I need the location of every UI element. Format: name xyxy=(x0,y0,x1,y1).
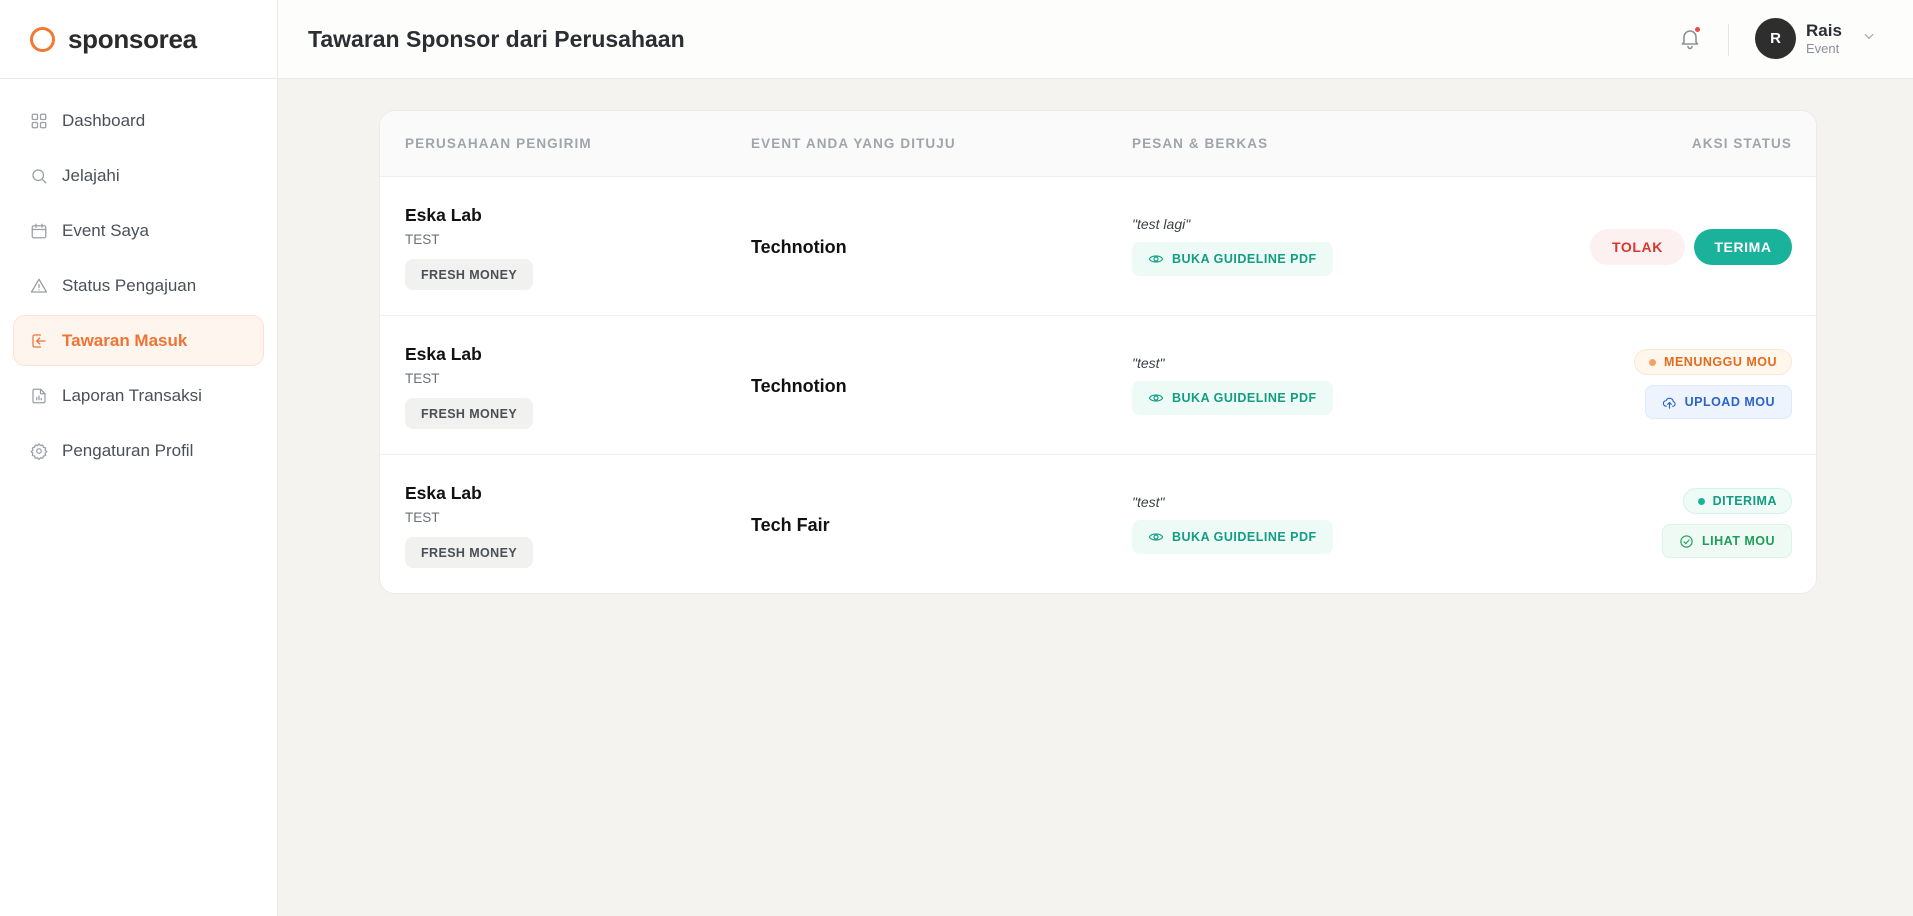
sidebar-item-label: Status Pengajuan xyxy=(62,275,197,295)
column-header-company: PERUSAHAAN PENGIRIM xyxy=(405,136,592,151)
sidebar-item-label: Dashboard xyxy=(62,110,146,130)
status-dot xyxy=(1649,358,1657,366)
company-subtitle: TEST xyxy=(405,510,440,525)
open-guideline-pdf-button[interactable]: BUKA GUIDELINE PDF xyxy=(1132,520,1333,554)
avatar: R xyxy=(1755,18,1796,59)
sidebar-item-tawaran-masuk[interactable]: Tawaran Masuk xyxy=(13,315,264,366)
upload-mou-button[interactable]: UPLOAD MOU xyxy=(1644,385,1792,419)
brand[interactable]: sponsorea xyxy=(0,0,277,79)
sidebar-item-label: Laporan Transaksi xyxy=(62,385,202,405)
user-info: Rais Event xyxy=(1806,21,1842,57)
table-row: Eska Lab TEST FRESH MONEY Tech Fair "tes… xyxy=(380,455,1816,593)
sidebar-item-jelajahi[interactable]: Jelajahi xyxy=(13,150,264,201)
status-label: MENUNGGU MOU xyxy=(1664,355,1777,369)
sidebar-item-pengaturan-profil[interactable]: Pengaturan Profil xyxy=(13,425,264,476)
notification-button[interactable] xyxy=(1678,26,1704,52)
reject-button[interactable]: TOLAK xyxy=(1590,229,1685,265)
sidebar-item-event-saya[interactable]: Event Saya xyxy=(13,205,264,256)
pdf-button-label: BUKA GUIDELINE PDF xyxy=(1172,252,1317,266)
event-name: Technotion xyxy=(751,376,847,396)
accept-button[interactable]: TERIMA xyxy=(1694,229,1792,265)
column-header-event: EVENT ANDA YANG DITUJU xyxy=(751,136,956,151)
offer-message: "test" xyxy=(1132,355,1165,371)
header-divider xyxy=(1728,24,1729,56)
user-name: Rais xyxy=(1806,20,1842,40)
user-role: Event xyxy=(1806,40,1840,56)
search-icon xyxy=(30,167,48,185)
company-subtitle: TEST xyxy=(405,232,440,247)
status-label: DITERIMA xyxy=(1712,494,1777,508)
page-title: Tawaran Sponsor dari Perusahaan xyxy=(308,25,685,52)
sponsor-type-tag: FRESH MONEY xyxy=(405,537,534,568)
table-header: PERUSAHAAN PENGIRIM EVENT ANDA YANG DITU… xyxy=(380,111,1816,177)
column-header-message: PESAN & BERKAS xyxy=(1132,136,1269,151)
sidebar-item-dashboard[interactable]: Dashboard xyxy=(13,95,264,146)
column-header-action: AKSI STATUS xyxy=(1691,136,1792,151)
sidebar-item-status-pengajuan[interactable]: Status Pengajuan xyxy=(13,260,264,311)
company-name: Eska Lab xyxy=(405,344,482,364)
status-badge: MENUNGGU MOU xyxy=(1634,349,1792,375)
sidebar-item-label: Event Saya xyxy=(62,220,149,240)
status-dot xyxy=(1697,497,1705,505)
sidebar-item-laporan-transaksi[interactable]: Laporan Transaksi xyxy=(13,370,264,421)
gear-icon xyxy=(30,442,48,460)
status-badge: DITERIMA xyxy=(1682,488,1792,514)
sponsor-type-tag: FRESH MONEY xyxy=(405,259,534,290)
sidebar-nav: Dashboard Jelajahi Event Saya Status Pen… xyxy=(0,79,277,476)
grid-icon xyxy=(30,112,48,130)
company-subtitle: TEST xyxy=(405,371,440,386)
company-name: Eska Lab xyxy=(405,205,482,225)
offer-message: "test lagi" xyxy=(1132,216,1191,232)
eye-icon xyxy=(1148,394,1164,402)
upload-mou-label: UPLOAD MOU xyxy=(1684,395,1775,409)
brand-name: sponsorea xyxy=(68,23,197,54)
cloud-upload-icon xyxy=(1662,397,1676,409)
sidebar-item-label: Pengaturan Profil xyxy=(62,440,194,460)
brand-logo-icon xyxy=(30,26,55,52)
sponsor-type-tag: FRESH MONEY xyxy=(405,398,534,429)
check-circle-icon xyxy=(1680,534,1693,548)
pdf-button-label: BUKA GUIDELINE PDF xyxy=(1172,391,1317,405)
open-guideline-pdf-button[interactable]: BUKA GUIDELINE PDF xyxy=(1132,381,1333,415)
notification-dot xyxy=(1694,26,1701,33)
view-mou-label: LIHAT MOU xyxy=(1701,534,1775,548)
view-mou-button[interactable]: LIHAT MOU xyxy=(1661,524,1792,558)
inbox-arrow-icon xyxy=(30,332,48,350)
table-row: Eska Lab TEST FRESH MONEY Technotion "te… xyxy=(380,177,1816,316)
company-name: Eska Lab xyxy=(405,483,482,503)
event-name: Tech Fair xyxy=(751,515,830,535)
calendar-icon xyxy=(30,222,48,240)
sidebar-item-label: Jelajahi xyxy=(62,165,120,185)
chevron-down-icon xyxy=(1862,29,1876,48)
sidebar: sponsorea Dashboard Jelajahi Event Saya … xyxy=(0,0,278,916)
report-file-icon xyxy=(30,387,48,405)
event-name: Technotion xyxy=(751,237,847,257)
top-header: Tawaran Sponsor dari Perusahaan R Rais E… xyxy=(278,0,1913,79)
offer-message: "test" xyxy=(1132,494,1165,510)
open-guideline-pdf-button[interactable]: BUKA GUIDELINE PDF xyxy=(1132,242,1333,276)
offers-table: PERUSAHAAN PENGIRIM EVENT ANDA YANG DITU… xyxy=(379,110,1817,594)
sidebar-item-label: Tawaran Masuk xyxy=(62,330,188,350)
table-row: Eska Lab TEST FRESH MONEY Technotion "te… xyxy=(380,316,1816,455)
eye-icon xyxy=(1148,533,1164,541)
pdf-button-label: BUKA GUIDELINE PDF xyxy=(1172,530,1317,544)
user-menu[interactable]: R Rais Event xyxy=(1755,18,1876,59)
eye-icon xyxy=(1148,255,1164,263)
warning-triangle-icon xyxy=(30,277,48,295)
